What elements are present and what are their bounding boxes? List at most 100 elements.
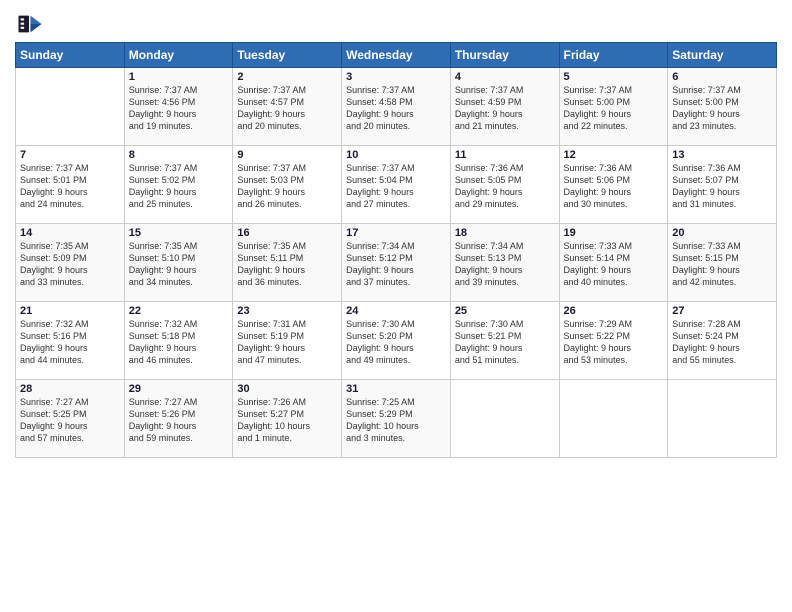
day-number: 13 [672, 149, 772, 161]
calendar-cell: 9Sunrise: 7:37 AM Sunset: 5:03 PM Daylig… [233, 146, 342, 224]
day-info: Sunrise: 7:31 AM Sunset: 5:19 PM Dayligh… [237, 318, 337, 367]
calendar-week-row: 1Sunrise: 7:37 AM Sunset: 4:56 PM Daylig… [16, 68, 777, 146]
calendar-cell: 6Sunrise: 7:37 AM Sunset: 5:00 PM Daylig… [668, 68, 777, 146]
day-number: 8 [129, 149, 229, 161]
calendar-week-row: 28Sunrise: 7:27 AM Sunset: 5:25 PM Dayli… [16, 380, 777, 458]
day-info: Sunrise: 7:37 AM Sunset: 5:03 PM Dayligh… [237, 162, 337, 211]
day-number: 26 [564, 305, 664, 317]
weekday-header-wednesday: Wednesday [342, 43, 451, 68]
day-info: Sunrise: 7:30 AM Sunset: 5:21 PM Dayligh… [455, 318, 555, 367]
day-info: Sunrise: 7:36 AM Sunset: 5:05 PM Dayligh… [455, 162, 555, 211]
day-number: 16 [237, 227, 337, 239]
calendar-cell: 13Sunrise: 7:36 AM Sunset: 5:07 PM Dayli… [668, 146, 777, 224]
calendar-week-row: 21Sunrise: 7:32 AM Sunset: 5:16 PM Dayli… [16, 302, 777, 380]
calendar-cell: 27Sunrise: 7:28 AM Sunset: 5:24 PM Dayli… [668, 302, 777, 380]
day-info: Sunrise: 7:37 AM Sunset: 5:02 PM Dayligh… [129, 162, 229, 211]
calendar-cell: 26Sunrise: 7:29 AM Sunset: 5:22 PM Dayli… [559, 302, 668, 380]
day-info: Sunrise: 7:37 AM Sunset: 5:00 PM Dayligh… [564, 84, 664, 133]
day-number: 20 [672, 227, 772, 239]
day-number: 17 [346, 227, 446, 239]
calendar-cell: 7Sunrise: 7:37 AM Sunset: 5:01 PM Daylig… [16, 146, 125, 224]
calendar-cell: 1Sunrise: 7:37 AM Sunset: 4:56 PM Daylig… [124, 68, 233, 146]
calendar-cell: 29Sunrise: 7:27 AM Sunset: 5:26 PM Dayli… [124, 380, 233, 458]
day-number: 22 [129, 305, 229, 317]
day-number: 29 [129, 383, 229, 395]
day-info: Sunrise: 7:33 AM Sunset: 5:15 PM Dayligh… [672, 240, 772, 289]
day-info: Sunrise: 7:35 AM Sunset: 5:09 PM Dayligh… [20, 240, 120, 289]
day-number: 2 [237, 71, 337, 83]
day-info: Sunrise: 7:37 AM Sunset: 4:56 PM Dayligh… [129, 84, 229, 133]
weekday-header-sunday: Sunday [16, 43, 125, 68]
calendar-cell: 12Sunrise: 7:36 AM Sunset: 5:06 PM Dayli… [559, 146, 668, 224]
calendar-cell: 18Sunrise: 7:34 AM Sunset: 5:13 PM Dayli… [450, 224, 559, 302]
day-number: 12 [564, 149, 664, 161]
weekday-header-saturday: Saturday [668, 43, 777, 68]
day-number: 24 [346, 305, 446, 317]
calendar-cell: 14Sunrise: 7:35 AM Sunset: 5:09 PM Dayli… [16, 224, 125, 302]
day-number: 23 [237, 305, 337, 317]
day-number: 9 [237, 149, 337, 161]
day-info: Sunrise: 7:37 AM Sunset: 4:58 PM Dayligh… [346, 84, 446, 133]
day-info: Sunrise: 7:37 AM Sunset: 5:04 PM Dayligh… [346, 162, 446, 211]
day-number: 31 [346, 383, 446, 395]
calendar-cell: 4Sunrise: 7:37 AM Sunset: 4:59 PM Daylig… [450, 68, 559, 146]
weekday-header-row: SundayMondayTuesdayWednesdayThursdayFrid… [16, 43, 777, 68]
calendar-cell: 31Sunrise: 7:25 AM Sunset: 5:29 PM Dayli… [342, 380, 451, 458]
logo-icon [15, 10, 43, 38]
day-info: Sunrise: 7:37 AM Sunset: 5:00 PM Dayligh… [672, 84, 772, 133]
calendar-cell: 15Sunrise: 7:35 AM Sunset: 5:10 PM Dayli… [124, 224, 233, 302]
day-info: Sunrise: 7:37 AM Sunset: 4:57 PM Dayligh… [237, 84, 337, 133]
calendar-cell: 5Sunrise: 7:37 AM Sunset: 5:00 PM Daylig… [559, 68, 668, 146]
day-info: Sunrise: 7:26 AM Sunset: 5:27 PM Dayligh… [237, 396, 337, 445]
day-number: 28 [20, 383, 120, 395]
day-info: Sunrise: 7:36 AM Sunset: 5:07 PM Dayligh… [672, 162, 772, 211]
calendar-cell: 23Sunrise: 7:31 AM Sunset: 5:19 PM Dayli… [233, 302, 342, 380]
calendar-cell: 8Sunrise: 7:37 AM Sunset: 5:02 PM Daylig… [124, 146, 233, 224]
day-info: Sunrise: 7:32 AM Sunset: 5:16 PM Dayligh… [20, 318, 120, 367]
day-number: 27 [672, 305, 772, 317]
calendar-cell: 19Sunrise: 7:33 AM Sunset: 5:14 PM Dayli… [559, 224, 668, 302]
day-info: Sunrise: 7:33 AM Sunset: 5:14 PM Dayligh… [564, 240, 664, 289]
day-info: Sunrise: 7:35 AM Sunset: 5:10 PM Dayligh… [129, 240, 229, 289]
calendar-cell: 2Sunrise: 7:37 AM Sunset: 4:57 PM Daylig… [233, 68, 342, 146]
day-number: 3 [346, 71, 446, 83]
logo [15, 10, 47, 38]
calendar-cell: 11Sunrise: 7:36 AM Sunset: 5:05 PM Dayli… [450, 146, 559, 224]
day-number: 10 [346, 149, 446, 161]
day-number: 15 [129, 227, 229, 239]
calendar-cell: 20Sunrise: 7:33 AM Sunset: 5:15 PM Dayli… [668, 224, 777, 302]
calendar-cell: 21Sunrise: 7:32 AM Sunset: 5:16 PM Dayli… [16, 302, 125, 380]
day-info: Sunrise: 7:27 AM Sunset: 5:25 PM Dayligh… [20, 396, 120, 445]
calendar-cell [450, 380, 559, 458]
day-info: Sunrise: 7:37 AM Sunset: 5:01 PM Dayligh… [20, 162, 120, 211]
day-info: Sunrise: 7:34 AM Sunset: 5:12 PM Dayligh… [346, 240, 446, 289]
day-info: Sunrise: 7:36 AM Sunset: 5:06 PM Dayligh… [564, 162, 664, 211]
calendar-cell: 25Sunrise: 7:30 AM Sunset: 5:21 PM Dayli… [450, 302, 559, 380]
day-number: 21 [20, 305, 120, 317]
weekday-header-thursday: Thursday [450, 43, 559, 68]
calendar-cell [559, 380, 668, 458]
day-number: 6 [672, 71, 772, 83]
day-info: Sunrise: 7:29 AM Sunset: 5:22 PM Dayligh… [564, 318, 664, 367]
calendar-cell [668, 380, 777, 458]
calendar-cell: 24Sunrise: 7:30 AM Sunset: 5:20 PM Dayli… [342, 302, 451, 380]
day-info: Sunrise: 7:35 AM Sunset: 5:11 PM Dayligh… [237, 240, 337, 289]
day-number: 18 [455, 227, 555, 239]
day-number: 30 [237, 383, 337, 395]
calendar-cell: 17Sunrise: 7:34 AM Sunset: 5:12 PM Dayli… [342, 224, 451, 302]
page-container: SundayMondayTuesdayWednesdayThursdayFrid… [0, 0, 792, 468]
day-number: 7 [20, 149, 120, 161]
calendar-cell: 16Sunrise: 7:35 AM Sunset: 5:11 PM Dayli… [233, 224, 342, 302]
calendar-cell [16, 68, 125, 146]
day-info: Sunrise: 7:25 AM Sunset: 5:29 PM Dayligh… [346, 396, 446, 445]
day-info: Sunrise: 7:32 AM Sunset: 5:18 PM Dayligh… [129, 318, 229, 367]
calendar-cell: 30Sunrise: 7:26 AM Sunset: 5:27 PM Dayli… [233, 380, 342, 458]
calendar-cell: 28Sunrise: 7:27 AM Sunset: 5:25 PM Dayli… [16, 380, 125, 458]
day-info: Sunrise: 7:28 AM Sunset: 5:24 PM Dayligh… [672, 318, 772, 367]
day-info: Sunrise: 7:34 AM Sunset: 5:13 PM Dayligh… [455, 240, 555, 289]
day-number: 11 [455, 149, 555, 161]
header [15, 10, 777, 38]
day-number: 25 [455, 305, 555, 317]
calendar-cell: 10Sunrise: 7:37 AM Sunset: 5:04 PM Dayli… [342, 146, 451, 224]
calendar-cell: 3Sunrise: 7:37 AM Sunset: 4:58 PM Daylig… [342, 68, 451, 146]
